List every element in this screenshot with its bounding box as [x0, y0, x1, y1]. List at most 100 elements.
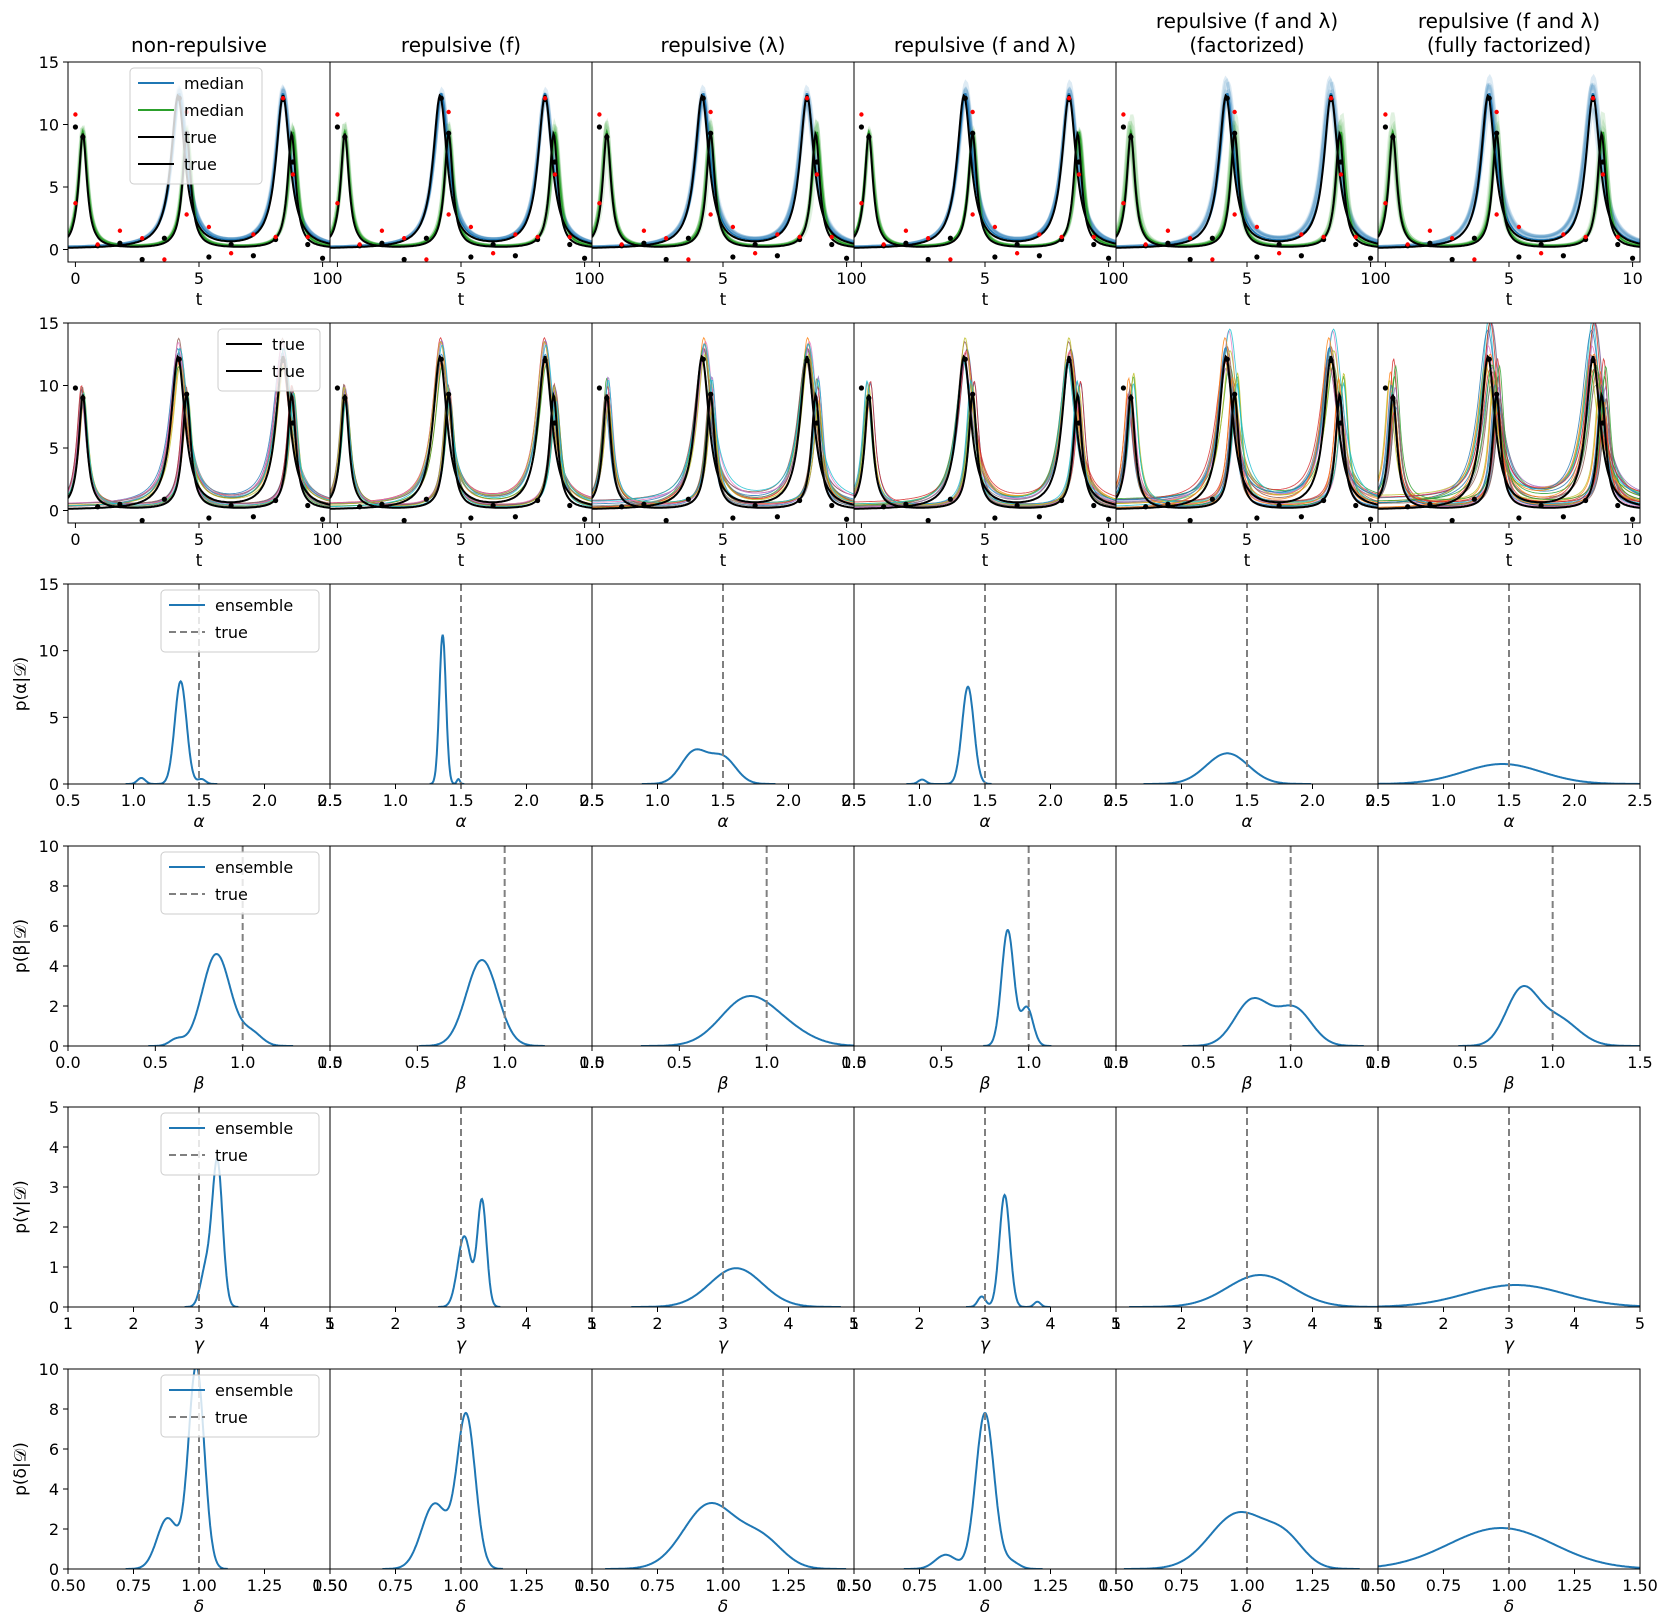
plot-area	[1129, 1107, 1378, 1307]
observation-point-red	[446, 109, 451, 115]
observation-point-red	[1014, 251, 1020, 256]
x-tick-label: 0.0	[579, 1053, 604, 1072]
observation-point	[1516, 515, 1522, 521]
x-tick-label: 5	[194, 269, 204, 288]
observation-point	[797, 497, 803, 504]
x-tick-label: 4	[521, 1314, 531, 1333]
x-axis-label: t	[458, 551, 465, 571]
panel-r2-c3: 0 5 10 t	[591, 322, 857, 571]
observation-point-red	[970, 212, 975, 217]
observation-point	[1036, 514, 1042, 520]
observation-point	[1128, 395, 1134, 401]
observation-point	[1328, 357, 1334, 364]
plot-area	[382, 1369, 503, 1569]
figure-grid: non-repulsive repulsive (f) repulsive (λ) r…	[11, 9, 1658, 1617]
observation-point	[881, 504, 887, 510]
observation-point	[446, 130, 452, 136]
y-tick-label: 8	[49, 877, 59, 896]
observation-point	[423, 235, 429, 241]
x-tick-label: 5	[1242, 269, 1252, 288]
observation-point	[1353, 241, 1359, 248]
observation-point-red	[881, 242, 886, 247]
ensemble-density-line	[148, 952, 294, 1046]
x-tick-label: 1.5	[1627, 1053, 1652, 1072]
y-tick-label: 6	[49, 917, 59, 936]
x-tick-label: 1.00	[1229, 1576, 1265, 1595]
plot-area	[1378, 1107, 1640, 1307]
x-axis-label: δ	[718, 1597, 728, 1617]
column-title: repulsive (f and λ)	[1156, 9, 1338, 33]
observation-point	[1353, 502, 1359, 509]
x-tick-label: 1.00	[181, 1576, 217, 1595]
observation-point	[1209, 235, 1215, 241]
x-tick-label: 0	[70, 530, 80, 549]
observation-point	[1600, 420, 1606, 426]
observation-point	[1583, 497, 1589, 504]
x-tick-label: 5	[194, 530, 204, 549]
legend-label: true	[215, 623, 248, 642]
panel-r2-c5: 0 5 10 t	[1115, 322, 1381, 571]
ensemble-density-line	[1143, 752, 1312, 784]
observation-point	[423, 496, 429, 502]
x-tick-label: 1.50	[1622, 1576, 1658, 1595]
x-tick-label: 1.25	[1557, 1576, 1593, 1595]
x-tick-label: 0.50	[1360, 1576, 1396, 1595]
observation-point	[1590, 357, 1596, 364]
legend: ensemble true	[160, 1374, 320, 1438]
observation-point	[992, 254, 998, 260]
observation-point	[843, 516, 850, 522]
x-tick-label: 1.0	[121, 791, 146, 810]
x-tick-label: 4	[1307, 1314, 1317, 1333]
x-tick-label: 0.50	[836, 1576, 872, 1595]
observation-point	[468, 515, 474, 521]
panel-r4-c4: 0.0 0.5 1.0 1.5β	[841, 845, 1129, 1094]
panel-r6-c4: 0.50 0.75 1.00 1.25 1.50δ	[836, 1368, 1134, 1617]
observation-point	[1276, 502, 1282, 509]
true-line-prey	[854, 93, 1116, 249]
observation-point-red	[708, 212, 713, 217]
legend: ensemble true	[160, 589, 320, 653]
observation-point	[490, 241, 496, 248]
observation-point	[730, 515, 736, 521]
ensemble-density-line	[125, 679, 218, 784]
x-tick-label: 1.0	[1431, 791, 1456, 810]
y-tick-label: 0	[49, 1560, 59, 1579]
x-tick-label: 0	[856, 269, 866, 288]
legend: true true	[217, 328, 321, 392]
observation-point-red	[663, 236, 669, 241]
observation-point	[1165, 240, 1171, 246]
observation-point	[1516, 254, 1522, 260]
x-tick-label: 1.00	[705, 1576, 741, 1595]
observation-point	[1390, 134, 1396, 140]
observation-point	[1600, 159, 1606, 165]
y-tick-label: 2	[49, 1218, 59, 1237]
observation-point-red	[162, 257, 167, 262]
ensemble-density-line	[605, 1502, 847, 1569]
x-axis-label: t	[1506, 551, 1513, 571]
y-axis-label: p(α|𝒟)	[11, 657, 31, 712]
observation-point	[1143, 504, 1149, 510]
observation-point-red	[379, 228, 385, 233]
x-tick-label: 0.50	[312, 1576, 348, 1595]
ensemble-density-line	[1182, 997, 1364, 1046]
legend-label: true	[215, 1408, 248, 1427]
observation-point-red	[552, 172, 558, 177]
observation-point	[273, 497, 279, 504]
observation-point	[1367, 516, 1374, 522]
x-axis-label: α	[979, 812, 990, 832]
observation-point-red	[273, 234, 278, 240]
y-tick-label: 0	[49, 775, 59, 794]
legend-label: ensemble	[215, 1381, 293, 1400]
x-tick-label: 0.50	[574, 1576, 610, 1595]
axes-frame	[1377, 845, 1641, 1047]
observation-point	[581, 255, 588, 261]
observation-point	[730, 254, 736, 260]
y-tick-label: 15	[39, 314, 59, 333]
x-axis-label: α	[1241, 812, 1252, 832]
panel-r6-c5: 0.50 0.75 1.00 1.25 1.50δ	[1098, 1368, 1396, 1617]
column-title: (fully factorized)	[1427, 33, 1591, 57]
observation-point-red	[1600, 172, 1606, 177]
observation-point	[567, 502, 573, 509]
observation-point	[1298, 514, 1304, 520]
x-tick-label: 1.0	[230, 1053, 255, 1072]
